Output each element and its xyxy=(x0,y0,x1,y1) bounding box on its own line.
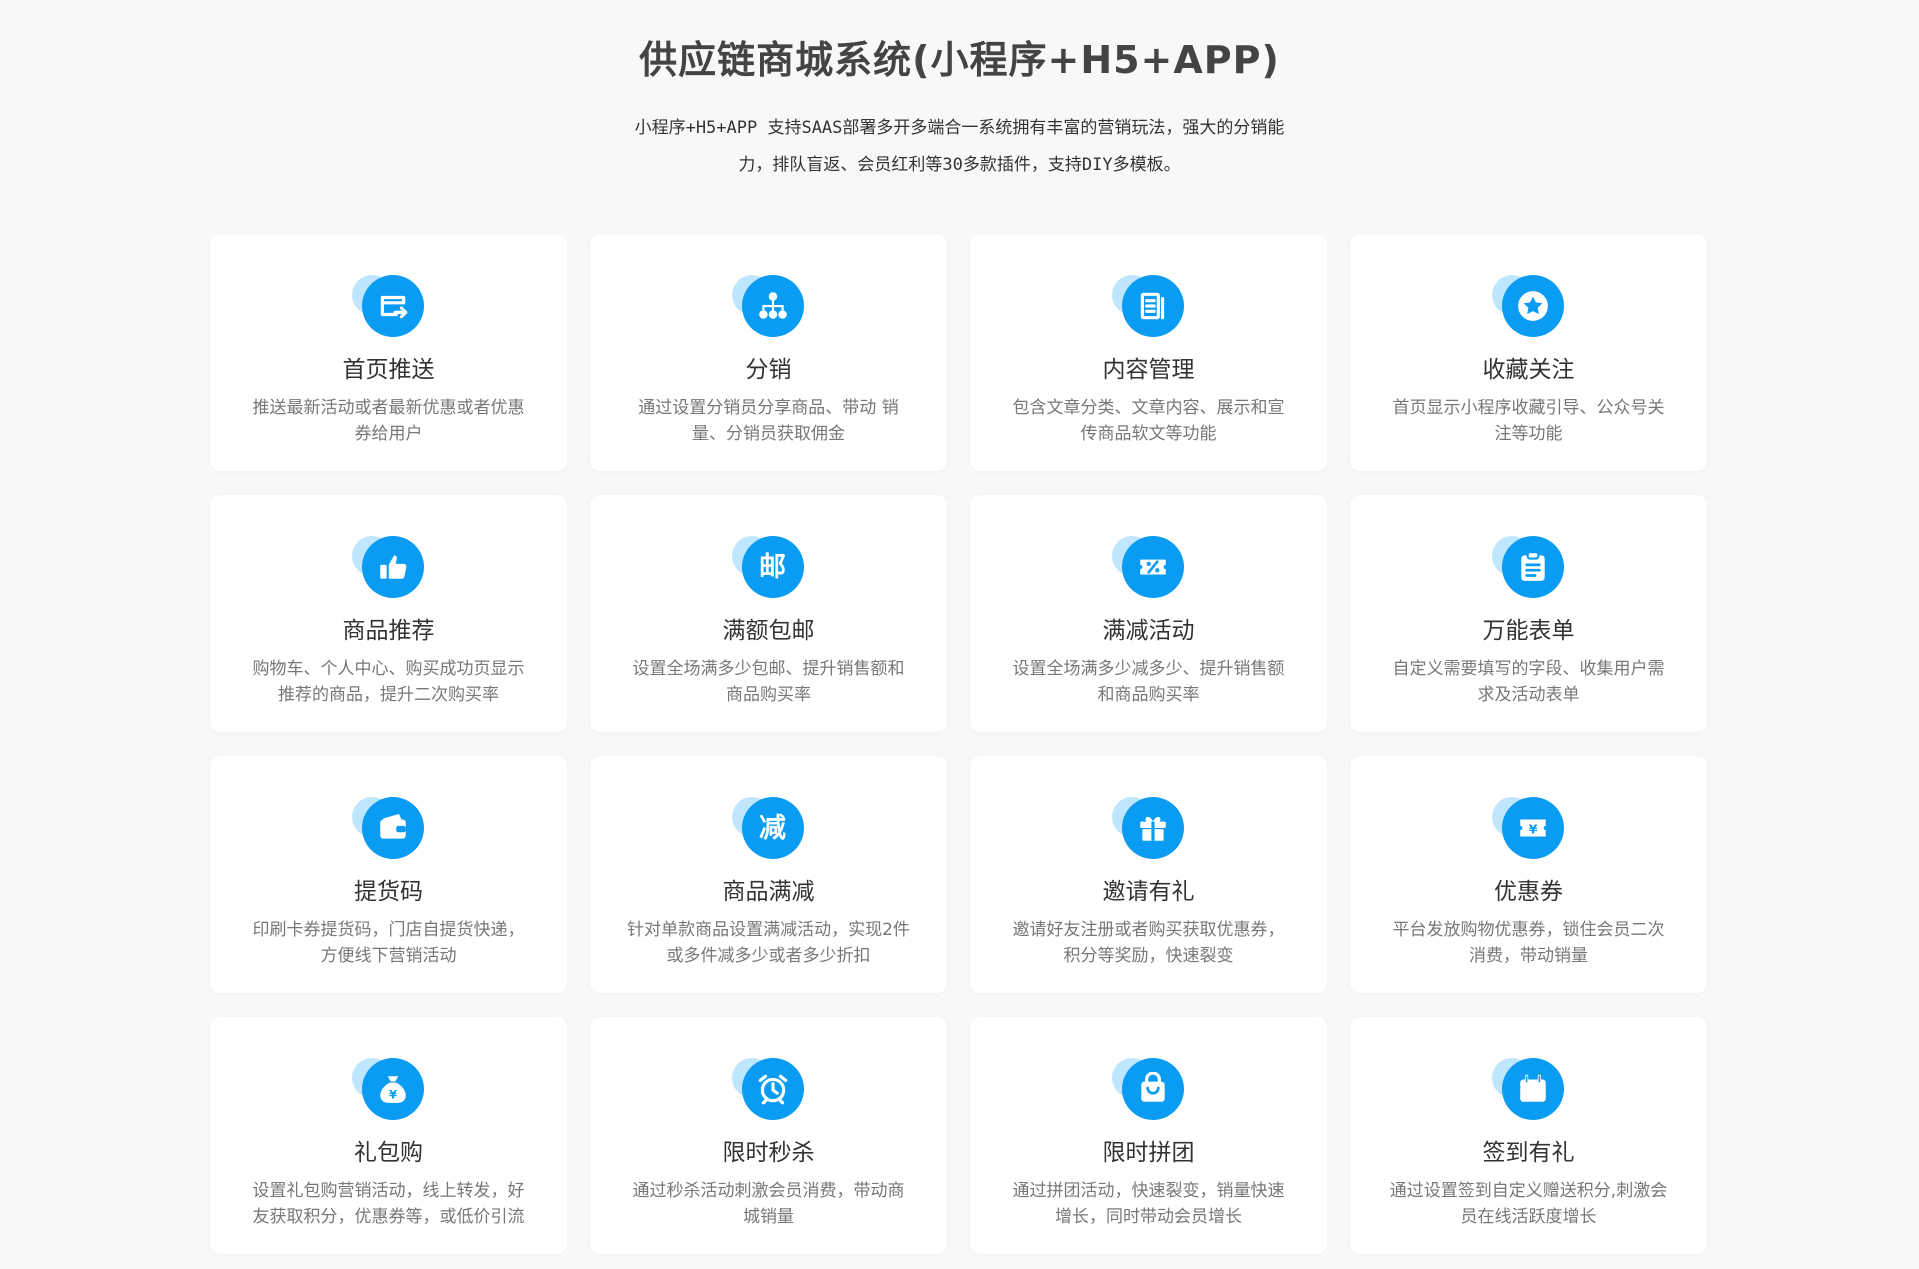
thumbs-up-icon xyxy=(361,536,424,598)
icon-wrapper xyxy=(1104,1056,1194,1122)
icon-wrapper xyxy=(1104,795,1194,861)
feature-title: 收藏关注 xyxy=(1482,357,1575,383)
feature-card[interactable]: 商品推荐购物车、个人中心、购买成功页显示推荐的商品，提升二次购买率 xyxy=(210,495,567,732)
feature-description: 通过秒杀活动刺激会员消费，带动商城销量 xyxy=(632,1181,905,1227)
page-subtitle: 小程序+H5+APP 支持SAAS部署多开多端合一系统拥有丰富的营销玩法，强大的… xyxy=(600,110,1320,184)
feature-description: 推送最新活动或者最新优惠或者优惠券给用户 xyxy=(252,398,525,444)
reduce-icon: 减 xyxy=(741,797,804,859)
svg-text:¥: ¥ xyxy=(1528,822,1537,837)
feature-title: 万能表单 xyxy=(1482,618,1575,644)
feature-title: 优惠券 xyxy=(1494,879,1563,905)
feature-title: 内容管理 xyxy=(1102,357,1195,383)
feature-description: 印刷卡券提货码，门店自提货快递，方便线下营销活动 xyxy=(252,920,525,966)
feature-description: 通过拼团活动，快速裂变，销量快速增长，同时带动会员增长 xyxy=(1012,1181,1285,1227)
svg-text:¥: ¥ xyxy=(388,1088,396,1102)
feature-title: 商品满减 xyxy=(722,879,815,905)
feature-card[interactable]: 满减活动设置全场满多少减多少、提升销售额和商品购买率 xyxy=(970,495,1327,732)
feature-description: 设置全场满多少减多少、提升销售额和商品购买率 xyxy=(1012,659,1285,705)
form-icon xyxy=(1501,536,1564,598)
feature-title: 限时拼团 xyxy=(1102,1140,1195,1166)
distribution-icon xyxy=(741,275,804,337)
icon-wrapper xyxy=(1484,534,1574,600)
icon-wrapper xyxy=(1104,273,1194,339)
feature-card[interactable]: 减商品满减针对单款商品设置满减活动，实现2件或多件减多少或者多少折扣 xyxy=(590,756,947,993)
icon-wrapper xyxy=(344,795,434,861)
icon-wrapper xyxy=(344,534,434,600)
feature-title: 限时秒杀 xyxy=(722,1140,815,1166)
feature-title: 礼包购 xyxy=(354,1140,423,1166)
page-title: 供应链商城系统(小程序+H5+APP) xyxy=(639,38,1280,82)
icon-glyph: 邮 xyxy=(759,551,786,583)
feature-description: 平台发放购物优惠券，锁住会员二次消费，带动销量 xyxy=(1392,920,1665,966)
subtitle-line: 小程序+H5+APP 支持SAAS部署多开多端合一系统拥有丰富的营销玩法，强大的… xyxy=(634,118,1285,138)
feature-card[interactable]: 万能表单自定义需要填写的字段、收集用户需求及活动表单 xyxy=(1350,495,1707,732)
feature-grid: 首页推送 推送最新活动或者最新优惠或者优惠券给用户 分销 通过设置分销员分享商品、带动… xyxy=(210,234,1710,1254)
feature-description: 设置礼包购营销活动，线上转发，好友获取积分，优惠券等，或低价引流 xyxy=(252,1181,525,1227)
feature-card[interactable]: 签到有礼通过设置签到自定义赠送积分,刺激会员在线活跃度增长 xyxy=(1350,1017,1707,1254)
icon-wrapper xyxy=(344,273,434,339)
feature-title: 邀请有礼 xyxy=(1102,879,1195,905)
icon-wrapper xyxy=(1104,534,1194,600)
feature-title: 签到有礼 xyxy=(1482,1140,1575,1166)
feature-description: 包含文章分类、文章内容、展示和宣传商品软文等功能 xyxy=(1012,398,1285,444)
subtitle-line: 力，排队盲返、会员红利等30多款插件，支持DIY多模板。 xyxy=(738,155,1181,175)
discount-ticket-icon xyxy=(1121,536,1184,598)
feature-title: 分销 xyxy=(745,357,792,383)
feature-title: 满减活动 xyxy=(1102,618,1195,644)
feature-description: 通过设置分销员分享商品、带动 销量、分销员获取佣金 xyxy=(638,398,899,444)
feature-description: 自定义需要填写的字段、收集用户需求及活动表单 xyxy=(1392,659,1665,705)
feature-title: 首页推送 xyxy=(342,357,435,383)
homepage-push-icon xyxy=(361,275,424,337)
feature-card[interactable]: 提货码印刷卡券提货码，门店自提货快递，方便线下营销活动 xyxy=(210,756,567,993)
shopping-bag-icon xyxy=(1121,1058,1184,1120)
feature-card[interactable]: 收藏关注首页显示小程序收藏引导、公众号关注等功能 xyxy=(1350,234,1707,471)
feature-card[interactable]: ¥ 礼包购设置礼包购营销活动，线上转发，好友获取积分，优惠券等，或低价引流 xyxy=(210,1017,567,1254)
feature-title: 提货码 xyxy=(354,879,423,905)
feature-card[interactable]: 内容管理包含文章分类、文章内容、展示和宣传商品软文等功能 xyxy=(970,234,1327,471)
feature-description: 购物车、个人中心、购买成功页显示推荐的商品，提升二次购买率 xyxy=(252,659,525,705)
icon-wrapper xyxy=(724,1056,814,1122)
feature-description: 通过设置签到自定义赠送积分,刺激会员在线活跃度增长 xyxy=(1389,1181,1668,1227)
header: 供应链商城系统(小程序+H5+APP) 小程序+H5+APP 支持SAAS部署多… xyxy=(0,0,1919,184)
feature-card[interactable]: 限时拼团通过拼团活动，快速裂变，销量快速增长，同时带动会员增长 xyxy=(970,1017,1327,1254)
feature-card[interactable]: 邮满额包邮设置全场满多少包邮、提升销售额和商品购买率 xyxy=(590,495,947,732)
icon-wrapper xyxy=(724,273,814,339)
mail-icon: 邮 xyxy=(741,536,804,598)
feature-title: 满额包邮 xyxy=(722,618,815,644)
content-management-icon xyxy=(1121,275,1184,337)
feature-title: 商品推荐 xyxy=(342,618,435,644)
feature-description: 首页显示小程序收藏引导、公众号关注等功能 xyxy=(1392,398,1665,444)
star-icon xyxy=(1501,275,1564,337)
alarm-clock-icon xyxy=(741,1058,804,1120)
gift-icon xyxy=(1121,797,1184,859)
feature-description: 针对单款商品设置满减活动，实现2件或多件减多少或者多少折扣 xyxy=(627,920,910,966)
icon-wrapper: ¥ xyxy=(344,1056,434,1122)
feature-card[interactable]: 首页推送推送最新活动或者最新优惠或者优惠券给用户 xyxy=(210,234,567,471)
calendar-icon xyxy=(1501,1058,1564,1120)
coupon-icon: ¥ xyxy=(1501,797,1564,859)
feature-description: 设置全场满多少包邮、提升销售额和商品购买率 xyxy=(632,659,905,705)
icon-wrapper xyxy=(1484,273,1574,339)
feature-card[interactable]: 分销通过设置分销员分享商品、带动 销量、分销员获取佣金 xyxy=(590,234,947,471)
feature-card[interactable]: 邀请有礼邀请好友注册或者购买获取优惠券，积分等奖励，快速裂变 xyxy=(970,756,1327,993)
feature-card[interactable]: 限时秒杀通过秒杀活动刺激会员消费，带动商城销量 xyxy=(590,1017,947,1254)
icon-wrapper xyxy=(1484,1056,1574,1122)
feature-description: 邀请好友注册或者购买获取优惠券，积分等奖励，快速裂变 xyxy=(1012,920,1285,966)
page: 供应链商城系统(小程序+H5+APP) 小程序+H5+APP 支持SAAS部署多… xyxy=(0,0,1919,1269)
money-bag-icon: ¥ xyxy=(361,1058,424,1120)
icon-wrapper: ¥ xyxy=(1484,795,1574,861)
feature-card[interactable]: ¥ 优惠券平台发放购物优惠券，锁住会员二次消费，带动销量 xyxy=(1350,756,1707,993)
icon-wrapper: 减 xyxy=(724,795,814,861)
wallet-icon xyxy=(361,797,424,859)
icon-glyph: 减 xyxy=(759,812,786,844)
icon-wrapper: 邮 xyxy=(724,534,814,600)
